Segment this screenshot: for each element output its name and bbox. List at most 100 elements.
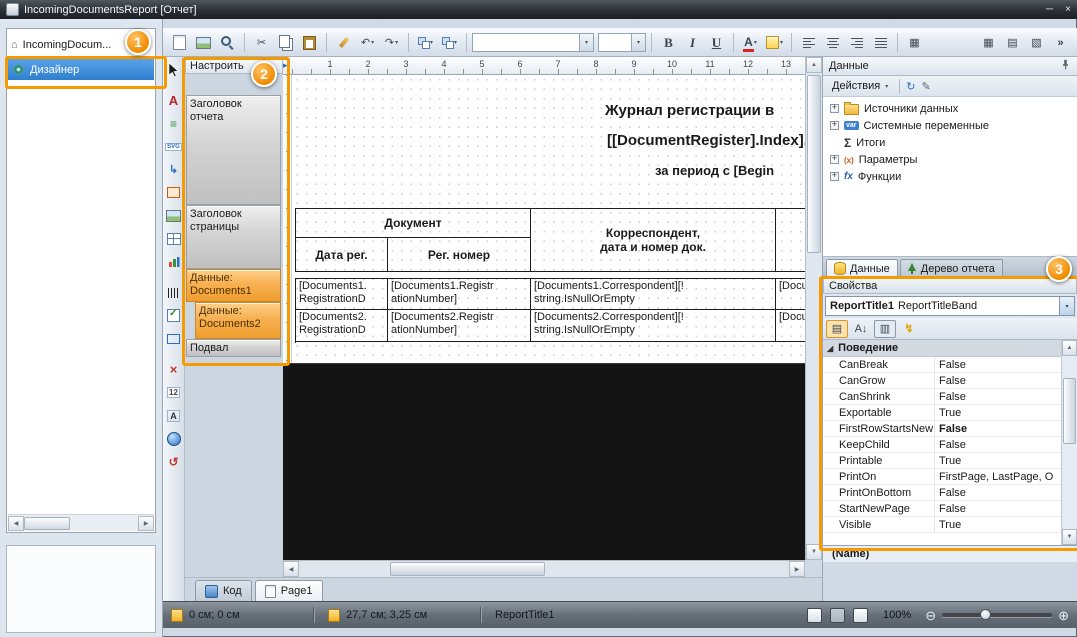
format-painter-button[interactable] — [332, 32, 355, 54]
checkbox-tool-button[interactable] — [164, 306, 184, 325]
align-right-button[interactable] — [845, 32, 868, 54]
scrollbar-thumb[interactable] — [24, 517, 70, 530]
property-value[interactable]: True — [935, 405, 1061, 420]
redo-button[interactable] — [380, 32, 403, 54]
zoom-in-button[interactable] — [1058, 609, 1069, 622]
property-row[interactable]: PrintOnBottomFalse — [823, 485, 1077, 501]
text-in-cells-tool-button[interactable]: A — [164, 406, 184, 425]
view-mode-page-button[interactable] — [830, 608, 845, 623]
minimize-button[interactable] — [1046, 4, 1053, 15]
scroll-left-icon[interactable] — [8, 516, 24, 531]
property-value[interactable]: False — [935, 437, 1061, 452]
tree-item-functions[interactable]: fx Функции — [823, 168, 1077, 185]
property-grid-scrollbar[interactable] — [1061, 340, 1077, 545]
object-selector[interactable]: ReportTitle1 ReportTitleBand — [825, 296, 1075, 316]
bold-button[interactable]: B — [657, 32, 680, 54]
pointer-tool-button[interactable] — [164, 60, 184, 79]
property-row[interactable]: PrintableTrue — [823, 453, 1077, 469]
data-cell[interactable]: [Documents2.Correspondent][! string.IsNu… — [531, 310, 776, 342]
header-cell-correspondent[interactable]: Корреспондент, дата и номер док. — [531, 209, 776, 272]
preview-button[interactable] — [216, 32, 239, 54]
show-guides-button[interactable] — [1025, 32, 1048, 54]
paste-button[interactable] — [298, 32, 321, 54]
design-canvas[interactable]: Журнал регистрации в [[DocumentRegister]… — [283, 75, 805, 560]
property-value[interactable]: False — [935, 373, 1061, 388]
tree-item-totals[interactable]: Σ Итоги — [823, 134, 1077, 151]
report-title-text-1[interactable]: Журнал регистрации в — [605, 102, 774, 119]
chart-tool-button[interactable] — [164, 252, 184, 271]
tree-item-data-sources[interactable]: Источники данных — [823, 100, 1077, 117]
undo-button[interactable] — [356, 32, 379, 54]
page-number-tool-button[interactable]: 12 — [164, 383, 184, 402]
property-value[interactable]: True — [935, 453, 1061, 468]
property-pages-button[interactable] — [874, 320, 896, 338]
clone-tool-button[interactable] — [164, 452, 184, 471]
collapse-panel-icon[interactable] — [283, 60, 288, 71]
align-center-button[interactable] — [821, 32, 844, 54]
view-mode-normal-button[interactable] — [807, 608, 822, 623]
zoom-out-button[interactable] — [925, 609, 936, 622]
align-left-button[interactable] — [797, 32, 820, 54]
band-footer[interactable]: Подвал — [186, 339, 281, 357]
scroll-right-icon[interactable] — [138, 516, 154, 531]
edit-icon[interactable] — [921, 80, 930, 93]
table-tool-button[interactable] — [164, 229, 184, 248]
header-cell-reg-number[interactable]: Рег. номер — [388, 238, 531, 272]
underline-button[interactable]: U — [705, 32, 728, 54]
align-justify-button[interactable] — [869, 32, 892, 54]
data-cell[interactable]: [Documents1.Registr ationNumber] — [388, 279, 531, 310]
band-page-header[interactable]: Заголовок страницы — [186, 205, 281, 269]
scrollbar-thumb[interactable] — [807, 75, 821, 253]
expand-icon[interactable] — [830, 104, 839, 113]
text-tool-button[interactable]: A — [164, 91, 184, 110]
data-cell[interactable]: [Documents2. RegistrationD — [296, 310, 388, 342]
font-family-select[interactable] — [472, 33, 594, 52]
canvas-vertical-scrollbar[interactable] — [805, 57, 822, 560]
property-value[interactable]: False — [935, 389, 1061, 404]
tree-item-system-variables[interactable]: var Системные переменные — [823, 117, 1077, 134]
band-data-documents2[interactable]: Данные: Documents2 — [195, 302, 281, 339]
cut-button[interactable] — [250, 32, 273, 54]
property-value[interactable]: FirstPage, LastPage, O — [935, 469, 1061, 484]
tab-data[interactable]: Данные — [826, 259, 898, 277]
picture-button[interactable] — [192, 32, 215, 54]
shape-tool-button[interactable] — [164, 329, 184, 348]
band-data-documents1[interactable]: Данные: Documents1 — [186, 269, 281, 302]
property-value[interactable]: False — [935, 421, 1061, 436]
view-mode-continuous-button[interactable] — [853, 608, 868, 623]
property-row[interactable]: KeepChildFalse — [823, 437, 1077, 453]
property-row[interactable]: CanShrinkFalse — [823, 389, 1077, 405]
expand-icon[interactable] — [830, 172, 839, 181]
align-objects-button[interactable] — [414, 32, 437, 54]
svg-tool-button[interactable]: SVG — [164, 137, 184, 156]
categorized-view-button[interactable] — [826, 320, 848, 338]
band-report-title[interactable]: Заголовок отчета — [186, 95, 281, 205]
sidebar-horizontal-scrollbar[interactable] — [8, 514, 154, 531]
scroll-right-icon[interactable] — [789, 561, 805, 577]
scroll-up-icon[interactable] — [806, 57, 822, 73]
property-value[interactable]: False — [935, 357, 1061, 372]
property-row[interactable]: StartNewPageFalse — [823, 501, 1077, 517]
new-page-button[interactable] — [168, 32, 191, 54]
report-title-text-3[interactable]: за период с [Begin — [655, 163, 774, 178]
scrollbar-thumb[interactable] — [1063, 378, 1076, 444]
header-cell-reg-date[interactable]: Дата рег. — [296, 238, 388, 272]
canvas-horizontal-scrollbar[interactable] — [283, 560, 805, 577]
data-cell[interactable]: [Documents2.Registr ationNumber] — [388, 310, 531, 342]
pin-icon[interactable] — [1060, 59, 1071, 73]
tab-page1[interactable]: Page1 — [255, 580, 323, 601]
image-tool-button[interactable] — [164, 206, 184, 225]
close-button[interactable] — [1065, 4, 1071, 15]
subreport-tool-button[interactable] — [164, 160, 184, 179]
alphabetical-view-button[interactable] — [850, 320, 872, 338]
expand-icon[interactable] — [830, 155, 839, 164]
property-row[interactable]: VisibleTrue — [823, 517, 1077, 533]
highlight-color-button[interactable] — [763, 32, 786, 54]
italic-button[interactable]: I — [681, 32, 704, 54]
scroll-left-icon[interactable] — [283, 561, 299, 577]
sphere-tool-button[interactable] — [164, 429, 184, 448]
category-behavior[interactable]: Поведение — [823, 340, 1077, 357]
tab-report-tree[interactable]: Дерево отчета — [900, 259, 1003, 277]
report-title-text-2[interactable]: [[DocumentRegister].Index]. — [607, 132, 805, 149]
property-row[interactable]: CanBreakFalse — [823, 357, 1077, 373]
